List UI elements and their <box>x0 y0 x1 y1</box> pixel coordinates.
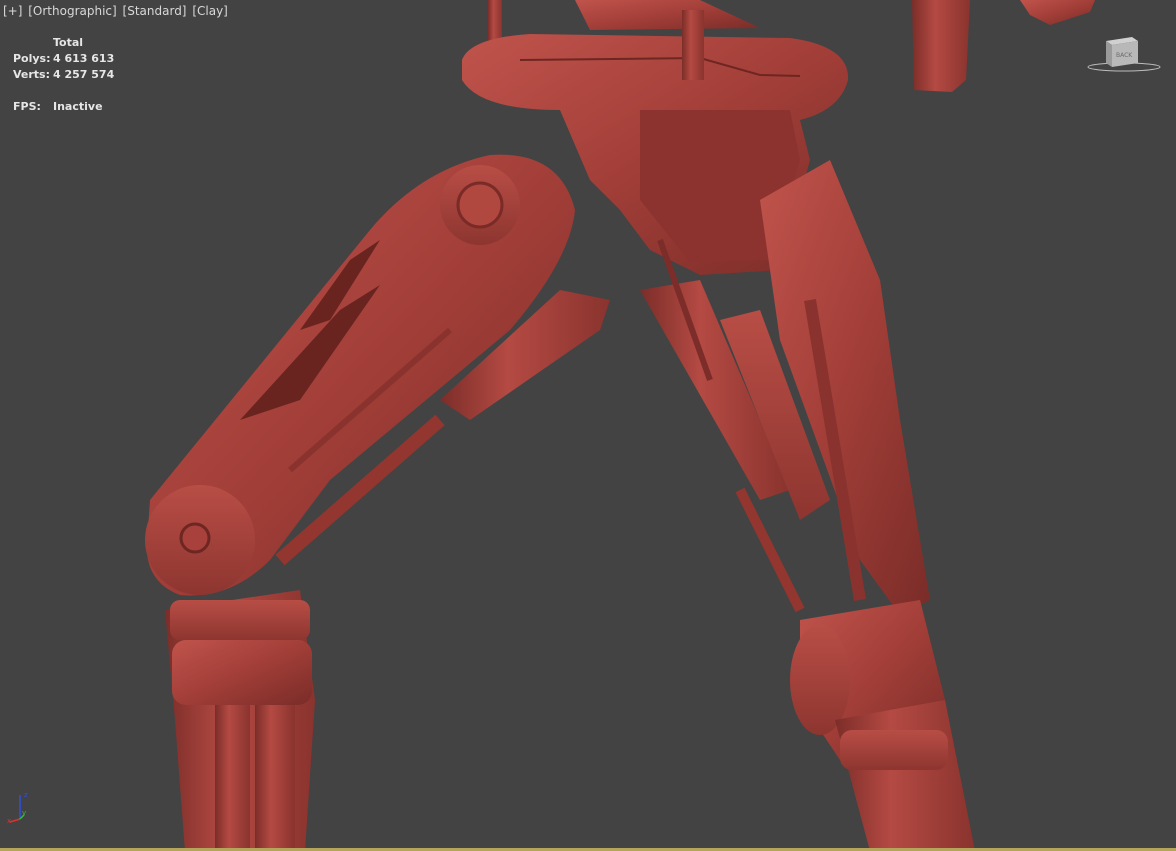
viewport-style-menu[interactable]: [Clay] <box>192 4 228 18</box>
right-knee <box>790 600 975 851</box>
svg-text:x: x <box>7 817 11 825</box>
viewport-shading-menu[interactable]: [Standard] <box>123 4 187 18</box>
left-shin <box>165 590 315 851</box>
polys-value: 4 613 613 <box>53 52 115 65</box>
viewport-view-menu[interactable]: [Orthographic] <box>28 4 116 18</box>
viewcube-face-label: BACK <box>1116 52 1133 59</box>
polys-label: Polys: <box>13 52 51 65</box>
fps-value: Inactive <box>53 100 103 113</box>
scene-statistics: Total Polys: 4 613 613 Verts: 4 257 574 FP… <box>13 35 114 115</box>
stats-header: Total <box>53 36 84 49</box>
svg-text:y: y <box>22 809 26 817</box>
axis-tripod-icon: z x y <box>7 791 28 825</box>
3d-viewport[interactable]: [+] [Orthographic] [Standard] [Clay] Tot… <box>0 0 1176 851</box>
fps-label: FPS: <box>13 100 41 113</box>
viewcube[interactable]: BACK <box>1086 33 1162 73</box>
left-thigh <box>145 154 610 596</box>
viewport-label-menu[interactable]: [+] [Orthographic] [Standard] [Clay] <box>3 4 230 18</box>
verts-label: Verts: <box>13 68 51 81</box>
svg-text:z: z <box>24 791 28 799</box>
verts-value: 4 257 574 <box>53 68 115 81</box>
viewport-plus-menu[interactable]: [+] <box>3 4 22 18</box>
robot-legs-clay-model[interactable] <box>0 0 1176 851</box>
